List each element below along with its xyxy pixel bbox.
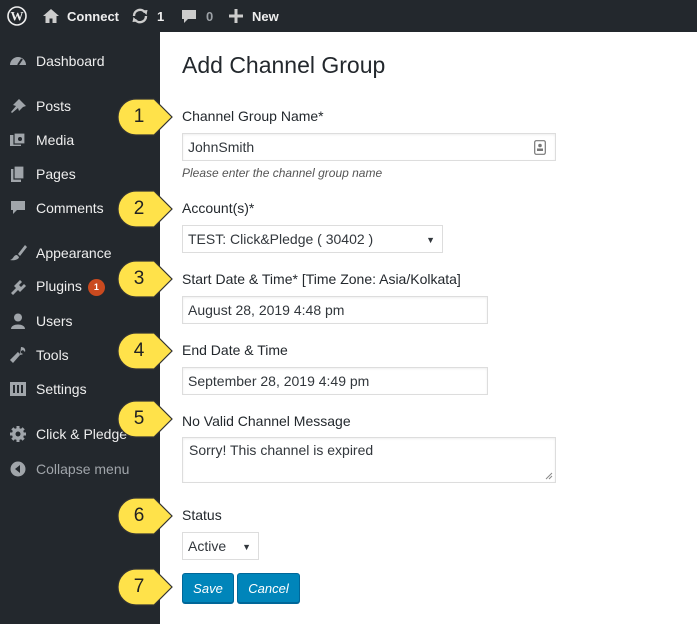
sidebar-item-label: Pages bbox=[36, 166, 76, 182]
sidebar-item-label: Collapse menu bbox=[36, 461, 130, 477]
page-title: Add Channel Group bbox=[182, 52, 386, 78]
callout-number: 2 bbox=[133, 198, 145, 219]
sidebar-item-label: Settings bbox=[36, 381, 87, 397]
sidebar-item-label: Appearance bbox=[36, 245, 112, 261]
status-selected-value: Active bbox=[188, 538, 227, 554]
pages-icon bbox=[11, 166, 25, 182]
end-date-value: September 28, 2019 4:49 pm bbox=[188, 373, 370, 389]
start-date-input[interactable]: August 28, 2019 4:48 pm bbox=[182, 296, 488, 324]
updates-link[interactable]: 1 bbox=[131, 0, 164, 32]
plus-icon bbox=[229, 9, 243, 23]
brush-icon bbox=[10, 245, 27, 261]
channel-group-name-value: JohnSmith bbox=[188, 139, 255, 155]
no-valid-channel-message-label: No Valid Channel Message bbox=[182, 413, 351, 429]
pin-icon bbox=[11, 99, 26, 113]
start-date-value: August 28, 2019 4:48 pm bbox=[188, 302, 345, 318]
callout-2: 2 bbox=[114, 189, 174, 229]
channel-group-name-hint: Please enter the channel group name bbox=[182, 166, 383, 180]
callout-number: 5 bbox=[133, 408, 145, 429]
settings-icon bbox=[10, 382, 26, 396]
dashboard-icon bbox=[10, 57, 26, 66]
callout-number: 6 bbox=[133, 505, 145, 526]
callout-3: 3 bbox=[114, 259, 174, 299]
accounts-label: Account(s)* bbox=[182, 200, 255, 216]
dropdown-arrow-icon: ▼ bbox=[242, 542, 251, 552]
collapse-icon bbox=[10, 461, 26, 477]
contact-card-icon bbox=[534, 140, 546, 155]
main-content: Add Channel Group Channel Group Name* Jo… bbox=[160, 32, 697, 624]
new-label: New bbox=[252, 8, 279, 24]
collapse-menu-button[interactable]: Collapse menu bbox=[0, 454, 160, 484]
plugin-updates-badge: 1 bbox=[87, 278, 105, 296]
refresh-icon bbox=[132, 8, 148, 24]
end-date-input[interactable]: September 28, 2019 4:49 pm bbox=[182, 367, 488, 395]
comment-icon bbox=[182, 10, 196, 23]
sidebar-item-label: Users bbox=[36, 313, 73, 329]
sidebar-item-label: Tools bbox=[36, 347, 69, 363]
channel-group-name-label: Channel Group Name* bbox=[182, 108, 324, 124]
callout-4: 4 bbox=[114, 331, 174, 371]
cancel-button[interactable]: Cancel bbox=[237, 573, 300, 603]
plugin-icon bbox=[11, 280, 26, 295]
callout-7: 7 bbox=[114, 567, 174, 607]
wordpress-logo-icon[interactable]: W bbox=[7, 0, 27, 32]
callout-1: 1 bbox=[114, 97, 174, 137]
comment-icon bbox=[11, 201, 25, 214]
comments-count: 0 bbox=[206, 8, 214, 24]
site-name: Connect bbox=[67, 8, 119, 24]
user-icon bbox=[11, 313, 25, 329]
sidebar-item-dashboard[interactable]: Dashboard bbox=[0, 46, 160, 76]
callout-number: 3 bbox=[133, 268, 145, 289]
gear-icon bbox=[10, 426, 26, 442]
new-content-link[interactable]: New bbox=[229, 0, 279, 32]
status-select[interactable]: Active ▼ bbox=[182, 532, 259, 560]
callout-number: 1 bbox=[133, 106, 145, 127]
no-valid-channel-message-value: Sorry! This channel is expired bbox=[189, 442, 374, 458]
comments-link[interactable]: 0 bbox=[181, 0, 213, 32]
home-icon bbox=[43, 9, 59, 23]
sidebar-item-pages[interactable]: Pages bbox=[0, 159, 160, 189]
status-label: Status bbox=[182, 507, 222, 523]
callout-5: 5 bbox=[114, 399, 174, 439]
callout-6: 6 bbox=[114, 496, 174, 536]
resize-grip-icon[interactable] bbox=[545, 472, 553, 480]
media-icon bbox=[10, 132, 26, 146]
updates-count: 1 bbox=[157, 8, 165, 24]
sidebar-item-label: Posts bbox=[36, 98, 72, 114]
svg-text:W: W bbox=[11, 9, 24, 24]
sidebar-item-label: Comments bbox=[36, 200, 104, 216]
sidebar-item-label: Dashboard bbox=[36, 53, 105, 69]
sidebar-item-label: Plugins bbox=[36, 278, 82, 295]
wrench-icon bbox=[9, 347, 26, 363]
channel-group-name-input[interactable]: JohnSmith bbox=[182, 133, 556, 161]
admin-bar: W Connect 1 0 New bbox=[0, 0, 697, 32]
start-date-label: Start Date & Time* [Time Zone: Asia/Kolk… bbox=[182, 271, 461, 287]
callout-number: 4 bbox=[133, 340, 145, 361]
save-button[interactable]: Save bbox=[182, 573, 234, 603]
callout-number: 7 bbox=[133, 576, 145, 597]
sidebar-item-label-wrap: Plugins 1 bbox=[36, 278, 105, 296]
no-valid-channel-message-textarea[interactable]: Sorry! This channel is expired bbox=[182, 437, 556, 483]
accounts-select[interactable]: TEST: Click&Pledge ( 30402 ) ▼ bbox=[182, 225, 443, 253]
accounts-selected-value: TEST: Click&Pledge ( 30402 ) bbox=[188, 231, 374, 247]
sidebar-item-label: Media bbox=[36, 132, 75, 148]
site-home-link[interactable]: Connect bbox=[42, 0, 119, 32]
dropdown-arrow-icon: ▼ bbox=[426, 235, 435, 245]
end-date-label: End Date & Time bbox=[182, 342, 288, 358]
